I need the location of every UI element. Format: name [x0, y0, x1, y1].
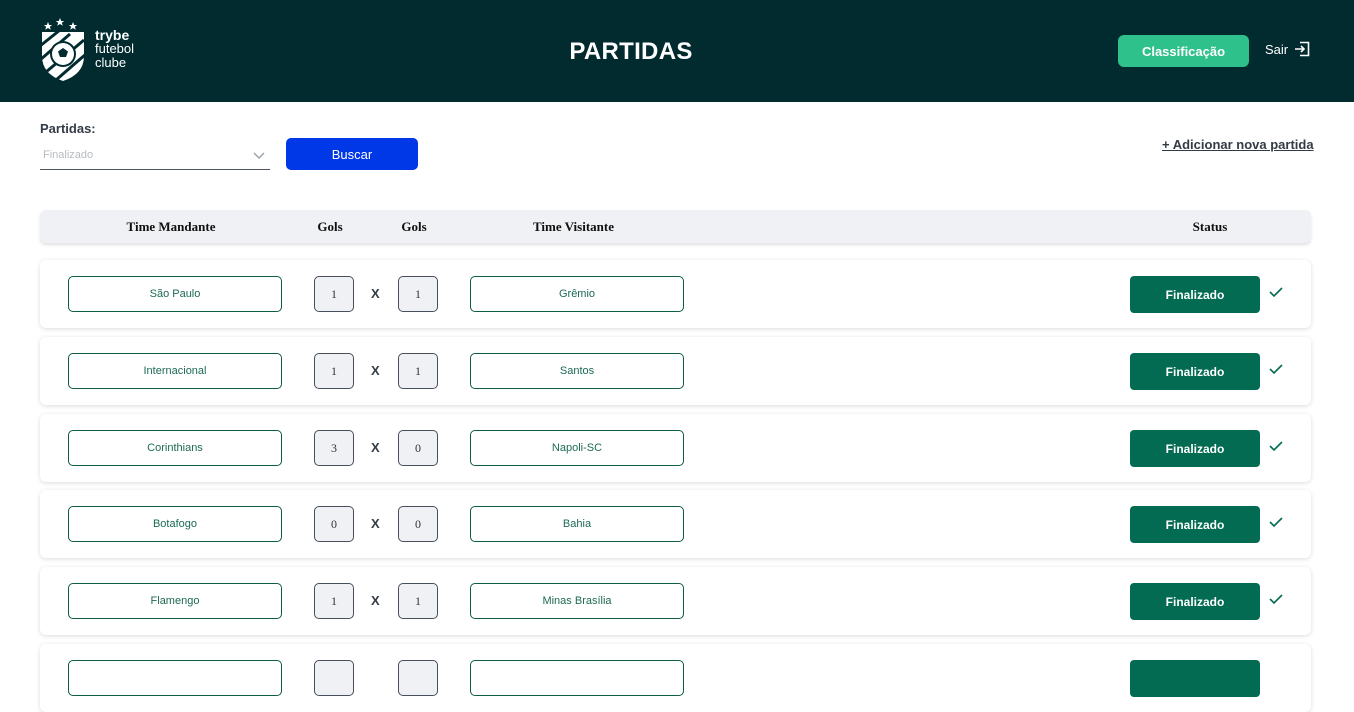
home-team-field: Flamengo — [68, 583, 282, 619]
away-goals-field: 1 — [398, 276, 438, 312]
logout-button[interactable]: Sair — [1265, 41, 1310, 57]
column-status: Status — [1192, 219, 1228, 234]
status-filter-value: Finalizado — [43, 148, 94, 161]
match-status-button[interactable] — [1130, 660, 1260, 697]
versus-label: X — [371, 516, 380, 531]
home-team-field: Botafogo — [68, 506, 282, 542]
page-title: PARTIDAS — [569, 38, 693, 65]
home-team-field: São Paulo — [68, 276, 282, 312]
check-icon — [1269, 287, 1283, 298]
logout-label: Sair — [1265, 41, 1289, 57]
match-status-button[interactable]: Finalizado — [1130, 430, 1260, 467]
home-goals-field: 1 — [314, 276, 354, 312]
ranking-button[interactable]: Classificação — [1118, 35, 1249, 67]
home-goals-field: 1 — [314, 583, 354, 619]
home-goals-field: 0 — [314, 506, 354, 542]
column-home-goals: Gols — [317, 219, 343, 234]
search-button[interactable]: Buscar — [286, 138, 418, 170]
away-goals-field: 0 — [398, 506, 438, 542]
away-goals-field: 1 — [398, 583, 438, 619]
column-home-team: Time Mandante — [126, 219, 216, 234]
match-status-button[interactable]: Finalizado — [1130, 583, 1260, 620]
home-team-field: Internacional — [68, 353, 282, 389]
away-goals-field: 1 — [398, 353, 438, 389]
away-team-field: Grêmio — [470, 276, 684, 312]
check-icon — [1269, 364, 1283, 375]
filter-label: Partidas: — [40, 121, 96, 136]
column-away-team: Time Visitante — [532, 219, 614, 234]
add-match-link[interactable]: + Adicionar nova partida — [1162, 137, 1314, 152]
match-status-button[interactable]: Finalizado — [1130, 506, 1260, 543]
home-team-field: Corinthians — [68, 430, 282, 466]
table-header: Time Mandante Gols Gols Time Visitante S… — [40, 210, 1311, 243]
home-goals-field: 1 — [314, 353, 354, 389]
column-away-goals: Gols — [401, 219, 427, 234]
home-team-field — [68, 660, 282, 696]
check-icon — [1269, 594, 1283, 605]
home-goals-field: 3 — [314, 430, 354, 466]
match-row: Botafogo 0 X 0 Bahia Finalizado — [40, 490, 1311, 558]
match-row: Corinthians 3 X 0 Napoli-SC Finalizado — [40, 414, 1311, 482]
versus-label: X — [371, 286, 380, 301]
away-goals-field: 0 — [398, 430, 438, 466]
match-row: Flamengo 1 X 1 Minas Brasília Finalizado — [40, 567, 1311, 635]
match-status-button[interactable]: Finalizado — [1130, 276, 1260, 313]
away-team-field: Bahia — [470, 506, 684, 542]
away-team-field: Santos — [470, 353, 684, 389]
away-team-field: Napoli-SC — [470, 430, 684, 466]
versus-label: X — [371, 440, 380, 455]
chevron-down-icon — [253, 152, 265, 159]
match-status-button[interactable]: Finalizado — [1130, 353, 1260, 390]
app-header: trybe futebol clube PARTIDAS Classificaç… — [0, 0, 1354, 102]
check-icon — [1269, 517, 1283, 528]
logout-icon — [1295, 41, 1310, 57]
check-icon — [1269, 441, 1283, 452]
match-row: São Paulo 1 X 1 Grêmio Finalizado — [40, 260, 1311, 328]
match-row: Internacional 1 X 1 Santos Finalizado — [40, 337, 1311, 405]
home-goals-field — [314, 660, 354, 696]
versus-label: X — [371, 363, 380, 378]
status-filter-select[interactable]: Finalizado — [40, 140, 270, 170]
versus-label: X — [371, 593, 380, 608]
away-team-field — [470, 660, 684, 696]
away-team-field: Minas Brasília — [470, 583, 684, 619]
away-goals-field — [398, 660, 438, 696]
match-row — [40, 644, 1311, 712]
